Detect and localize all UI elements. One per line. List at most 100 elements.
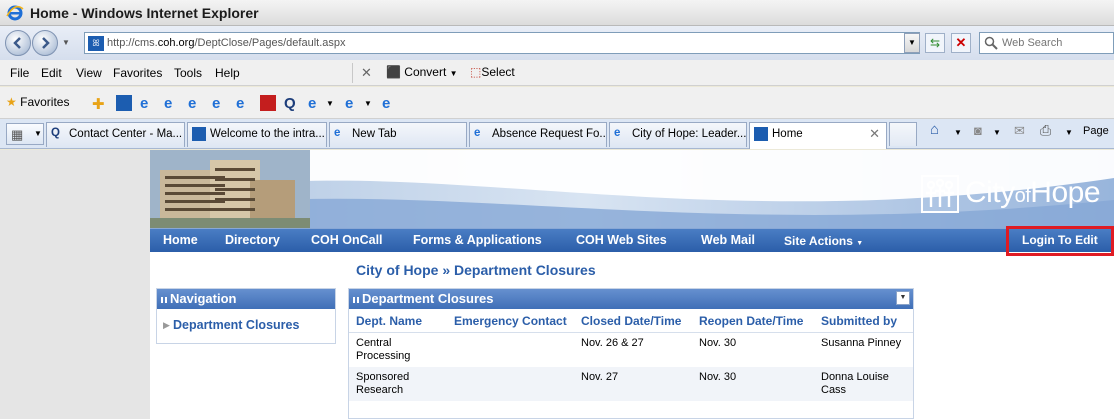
print-dropdown-icon[interactable]: ▼ bbox=[1065, 128, 1073, 137]
refresh-icon: ⇆ bbox=[929, 36, 941, 50]
ie-link-icon[interactable]: e bbox=[212, 95, 228, 112]
nav-site-actions[interactable]: Site Actions ▼ bbox=[784, 234, 863, 248]
cell-closed-date: Nov. 26 & 27 bbox=[581, 337, 644, 349]
menu-file[interactable]: File bbox=[10, 66, 29, 80]
mail-icon[interactable]: ✉ bbox=[1014, 123, 1025, 139]
table-header-row: Dept. Name Emergency Contact Closed Date… bbox=[349, 311, 913, 333]
forward-button[interactable] bbox=[32, 30, 58, 56]
home-icon[interactable]: ⌂ bbox=[930, 121, 939, 138]
ie-link-icon[interactable]: e bbox=[382, 95, 398, 112]
nav-arrow-icon: ▶ bbox=[163, 320, 170, 330]
tab-bar: ▦ ▼ Q Contact Center - Ma... Welcome to … bbox=[0, 119, 1114, 149]
back-button[interactable] bbox=[5, 30, 31, 56]
city-of-hope-logo: CityofHope bbox=[920, 175, 1100, 213]
refresh-button[interactable]: ⇆ bbox=[925, 33, 945, 53]
nav-web-mail[interactable]: Web Mail bbox=[701, 233, 755, 247]
navigation-panel-header: Navigation bbox=[157, 289, 335, 309]
menu-view[interactable]: View bbox=[76, 66, 102, 80]
search-input[interactable] bbox=[1002, 35, 1110, 51]
tab-city-of-hope-leader[interactable]: e City of Hope: Leader... bbox=[609, 122, 747, 147]
quick-tabs-icon: ▦ bbox=[11, 127, 24, 142]
menu-help[interactable]: Help bbox=[215, 66, 240, 80]
ie-logo-icon bbox=[6, 5, 24, 21]
breadcrumb: City of Hope » Department Closures bbox=[356, 262, 596, 278]
print-icon[interactable]: ⎙ bbox=[1040, 122, 1051, 139]
nav-coh-oncall[interactable]: COH OnCall bbox=[311, 233, 383, 247]
closures-table: Dept. Name Emergency Contact Closed Date… bbox=[349, 311, 913, 401]
close-tab-icon[interactable]: ✕ bbox=[869, 126, 880, 142]
red-link-icon[interactable] bbox=[260, 95, 276, 111]
coh-tab-icon bbox=[192, 127, 206, 141]
q-link-icon[interactable]: Q bbox=[284, 95, 300, 112]
column-header[interactable]: Submitted by bbox=[814, 311, 913, 333]
stop-button[interactable]: ✕ bbox=[951, 33, 971, 53]
feeds-dropdown-icon[interactable]: ▼ bbox=[993, 128, 1001, 137]
cell-reopen-date: Nov. 30 bbox=[699, 337, 737, 349]
select-icon: ⬚ bbox=[470, 65, 482, 79]
cell-reopen-date: Nov. 30 bbox=[692, 367, 814, 401]
column-header[interactable]: Reopen Date/Time bbox=[692, 311, 814, 333]
cell-dept-name: Sponsored Research bbox=[349, 367, 447, 401]
column-header[interactable]: Dept. Name bbox=[349, 311, 447, 333]
convert-dropdown-icon: ▼ bbox=[449, 69, 458, 78]
history-dropdown-icon[interactable]: ▼ bbox=[62, 38, 70, 47]
site-nav-bar: Home Directory COH OnCall Forms & Applic… bbox=[150, 228, 1114, 252]
favorites-bar: ★ Favorites ✚ e e e e e Q e ▼ e ▼ e bbox=[0, 87, 1114, 119]
nav-forms-applications[interactable]: Forms & Applications bbox=[413, 233, 542, 247]
ie-link-icon[interactable]: e bbox=[236, 95, 252, 112]
ie-tab-icon: e bbox=[474, 127, 481, 139]
address-field[interactable]: ꕤ http://cms.coh.org/DeptClose/Pages/def… bbox=[84, 32, 920, 54]
grip-icon bbox=[161, 296, 167, 303]
cell-emergency-contact bbox=[447, 333, 574, 368]
folder-dropdown-icon[interactable]: ▼ bbox=[364, 99, 372, 108]
ie-link-icon[interactable]: e bbox=[140, 95, 156, 112]
favorites-button[interactable]: ★ Favorites bbox=[6, 95, 69, 109]
ie-link-icon[interactable]: e bbox=[164, 95, 180, 112]
quick-tabs-button[interactable]: ▦ ▼ bbox=[6, 123, 44, 145]
nav-home[interactable]: Home bbox=[163, 233, 198, 247]
login-to-edit-link[interactable]: Login To Edit bbox=[1022, 233, 1098, 247]
select-button[interactable]: ⬚Select bbox=[470, 65, 515, 79]
search-field[interactable] bbox=[979, 32, 1114, 54]
site-favicon-icon: ꕤ bbox=[88, 36, 104, 51]
cell-submitted-by: Susanna Pinney bbox=[821, 337, 902, 349]
tab-new-tab[interactable]: e New Tab bbox=[329, 122, 467, 147]
navigation-panel: Navigation ▶ Department Closures bbox=[156, 288, 336, 344]
page-viewport: CityofHope Home Directory COH OnCall For… bbox=[0, 150, 1114, 419]
nav-coh-web-sites[interactable]: COH Web Sites bbox=[576, 233, 667, 247]
q-tab-icon: Q bbox=[51, 127, 60, 139]
tab-absence-request[interactable]: e Absence Request Fo... bbox=[469, 122, 607, 147]
tab-contact-center[interactable]: Q Contact Center - Ma... bbox=[46, 122, 185, 147]
webpart-menu-button[interactable]: ▼ bbox=[896, 291, 910, 305]
address-dropdown-button[interactable]: ▼ bbox=[904, 33, 920, 53]
ie-link-icon[interactable]: e bbox=[188, 95, 204, 112]
tab-home[interactable]: Home ✕ bbox=[749, 122, 887, 149]
new-tab-button[interactable] bbox=[889, 122, 917, 146]
stop-icon: ✕ bbox=[955, 35, 967, 50]
nav-directory[interactable]: Directory bbox=[225, 233, 280, 247]
close-toolbar-icon[interactable]: ✕ bbox=[361, 65, 372, 81]
ie-tab-icon: e bbox=[334, 127, 341, 139]
ie-folder-icon[interactable]: e bbox=[308, 95, 324, 112]
tab-intranet[interactable]: Welcome to the intra... bbox=[187, 122, 327, 147]
ie-tab-icon: e bbox=[614, 127, 621, 139]
convert-button[interactable]: ⬛ Convert ▼ bbox=[386, 65, 458, 79]
folder-dropdown-icon[interactable]: ▼ bbox=[326, 99, 334, 108]
menu-favorites[interactable]: Favorites bbox=[113, 66, 162, 80]
cell-closed-date: Nov. 27 bbox=[574, 367, 692, 401]
page-menu-button[interactable]: Page bbox=[1083, 125, 1109, 137]
menu-edit[interactable]: Edit bbox=[41, 66, 62, 80]
back-arrow-icon bbox=[13, 37, 21, 49]
coh-link-icon[interactable] bbox=[116, 95, 132, 111]
department-closures-panel: Department Closures ▼ Dept. Name Emergen… bbox=[348, 288, 914, 419]
nav-link-department-closures[interactable]: Department Closures bbox=[173, 318, 299, 332]
feeds-icon[interactable]: ◙ bbox=[974, 123, 982, 138]
add-favorite-icon[interactable]: ✚ bbox=[92, 95, 108, 113]
column-header[interactable]: Closed Date/Time bbox=[574, 311, 692, 333]
column-header[interactable]: Emergency Contact bbox=[447, 311, 574, 333]
pdf-convert-icon: ⬛ bbox=[386, 65, 401, 79]
home-dropdown-icon[interactable]: ▼ bbox=[954, 128, 962, 137]
ie-folder-icon[interactable]: e bbox=[345, 95, 361, 112]
menu-tools[interactable]: Tools bbox=[174, 66, 202, 80]
search-icon bbox=[984, 36, 998, 50]
